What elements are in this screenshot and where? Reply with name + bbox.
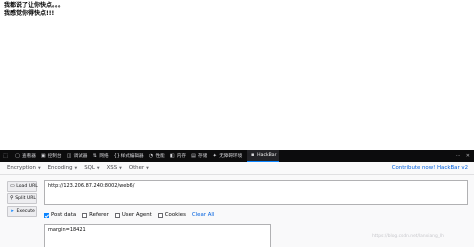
execute-button[interactable]: ▸ Execute	[7, 206, 37, 217]
post-data-checkbox[interactable]	[44, 212, 49, 218]
devtools-tab-label: 调试器	[73, 154, 88, 159]
devtools-tab-memory[interactable]: ◧ 内存	[170, 153, 186, 159]
debugger-icon: ◫	[66, 152, 72, 159]
network-icon: ⇅	[92, 152, 97, 159]
chevron-down-icon: ▼	[146, 166, 149, 170]
storage-icon: ▤	[191, 152, 196, 159]
referer-option[interactable]: Referer	[82, 212, 109, 218]
post-data-input[interactable]: margin=18421	[44, 224, 271, 247]
url-input[interactable]: http://123.206.87.240:8002/web6/	[44, 180, 468, 205]
watermark: https://blog.csdn.net/lanxiang_lh	[372, 234, 444, 239]
page-text-line-2: 我感觉你得快点!!!	[4, 10, 55, 17]
inspector-icon: ▢	[15, 152, 20, 159]
chevron-down-icon: ▼	[119, 166, 122, 170]
devtools-tab-style-editor[interactable]: {} 样式编辑器	[114, 153, 144, 159]
load-url-label: Load URL	[16, 184, 38, 189]
performance-icon: ◔	[148, 152, 154, 159]
page-text-line-1: 我都说了让你快点。。。	[4, 2, 65, 9]
cookies-checkbox[interactable]	[157, 212, 163, 218]
accessibility-icon: ✦	[212, 152, 217, 159]
execute-label: Execute	[16, 209, 35, 214]
devtools-tab-label: 样式编辑器	[120, 154, 144, 159]
split-url-label: Split URL	[15, 196, 36, 201]
element-picker-icon[interactable]: ⬚	[3, 153, 10, 159]
devtools-toolbar: ⬚ ▢ 查看器 ▣ 控制台 ◫ 调试器 ⇅ 网络{} 样式编辑器 ◔ 性能 ◧ 内存 ▤ 存储 ✦ 无障碍环境 ▪…	[0, 150, 474, 162]
split-url-button[interactable]: ⚲ Split URL	[7, 193, 37, 204]
devtools-tab-label: 存储	[197, 154, 208, 159]
devtools-tab-network[interactable]: ⇅ 网络	[92, 152, 109, 159]
menu-encryption[interactable]: Encryption ▼	[7, 165, 41, 171]
devtools-tab-inspector[interactable]: ▢ 查看器	[15, 153, 36, 159]
load-url-icon: ▭	[10, 183, 15, 189]
hackbar-menu: Encryption ▼ Encoding ▼ SQL ▼ XSS ▼ Other ▼ C…	[0, 162, 474, 175]
devtools-tab-label: HackBar	[257, 153, 277, 158]
split-url-icon: ⚲	[10, 195, 14, 201]
contribute-link[interactable]: Contribute now! HackBar v2	[392, 165, 468, 171]
load-url-button[interactable]: ▭ Load URL	[7, 181, 38, 192]
user-agent-checkbox[interactable]	[114, 212, 120, 218]
dock-options-icon[interactable]: ⋯	[456, 153, 461, 159]
referer-checkbox[interactable]	[82, 212, 88, 218]
menu-sql[interactable]: SQL ▼	[84, 165, 99, 171]
menu-other[interactable]: Other ▼	[129, 165, 149, 171]
devtools-tab-label: 性能	[155, 154, 165, 159]
chevron-down-icon: ▼	[96, 166, 100, 170]
devtools-tab-label: 控制台	[47, 154, 62, 159]
clear-all-link[interactable]: Clear All	[192, 212, 215, 218]
chevron-down-icon: ▼	[74, 166, 78, 170]
cookies-option[interactable]: Cookies	[157, 212, 186, 218]
post-data-option[interactable]: Post data	[44, 212, 76, 218]
hackbar-icon: ▪	[250, 152, 255, 158]
devtools-tab-accessibility[interactable]: ✦ 无障碍环境	[212, 152, 243, 159]
chevron-down-icon: ▼	[37, 166, 41, 170]
menu-encoding[interactable]: Encoding ▼	[48, 165, 78, 171]
execute-icon: ▸	[11, 208, 14, 214]
options-row: Post data Referer User Agent Cookies Cle…	[44, 211, 214, 219]
user-agent-option[interactable]: User Agent	[114, 212, 152, 218]
devtools-tab-debugger[interactable]: ◫ 调试器	[67, 153, 88, 159]
devtools-tab-label: 内存	[176, 154, 186, 159]
devtools-tab-label: 网络	[99, 154, 109, 159]
console-icon: ▣	[40, 152, 46, 159]
devtools-tab-hackbar[interactable]: ▪ HackBar	[247, 150, 280, 162]
devtools-tab-performance[interactable]: ◔ 性能	[149, 153, 165, 159]
menu-xss[interactable]: XSS ▼	[107, 165, 122, 171]
memory-icon: ◧	[169, 152, 175, 159]
devtools-tab-label: 查看器	[22, 154, 36, 159]
devtools-tab-storage[interactable]: ▤ 存储	[191, 153, 207, 159]
close-devtools-icon[interactable]: ✕	[466, 153, 470, 159]
devtools-tab-label: 无障碍环境	[219, 154, 243, 159]
style-editor-icon: {}	[113, 152, 120, 159]
devtools-tab-console[interactable]: ▣ 控制台	[41, 153, 62, 159]
